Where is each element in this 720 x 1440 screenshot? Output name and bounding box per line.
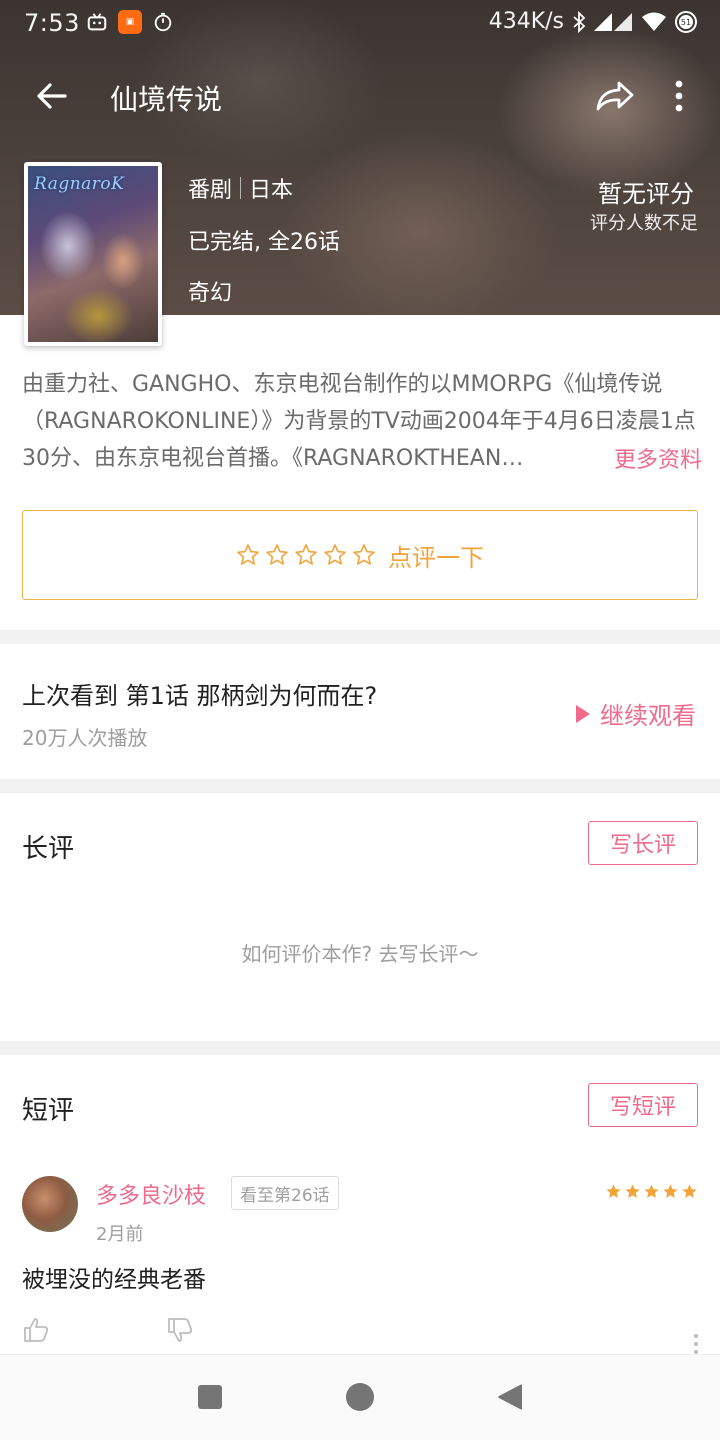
share-button[interactable]	[590, 72, 640, 120]
star-outline-icon[interactable]	[323, 543, 347, 567]
reviewer-name[interactable]: 多多良沙枝	[96, 1178, 206, 1210]
toolbar: 仙境传说	[0, 56, 720, 136]
star-outline-icon[interactable]	[236, 543, 260, 567]
section-divider	[0, 779, 720, 793]
rate-label: 点评一下	[388, 543, 484, 572]
more-vertical-icon	[675, 80, 683, 112]
review-more-icon[interactable]	[692, 1332, 700, 1356]
thumbs-down-icon	[168, 1318, 193, 1342]
bluetooth-icon	[573, 10, 586, 33]
star-outline-icon[interactable]	[265, 543, 289, 567]
triangle-back-icon	[498, 1384, 522, 1410]
long-review-title: 长评	[22, 834, 75, 864]
recents-button[interactable]	[194, 1381, 226, 1413]
section-divider	[0, 630, 720, 644]
home-button[interactable]	[344, 1381, 376, 1413]
long-review-empty-hint[interactable]: 如何评价本作? 去写长评～	[0, 938, 720, 967]
play-count: 20万人次播放	[22, 726, 148, 750]
last-watched-episode: 上次看到 第1话 那柄剑为何而在?	[22, 682, 378, 710]
rating-score: 暂无评分	[598, 180, 694, 208]
play-icon	[576, 704, 590, 723]
short-review-title: 短评	[22, 1096, 75, 1126]
like-button[interactable]	[22, 1316, 50, 1344]
star-filled-icon	[606, 1184, 621, 1198]
back-arrow-icon	[37, 83, 67, 109]
more-options-button[interactable]	[660, 72, 698, 120]
star-filled-icon	[682, 1184, 697, 1198]
rate-button[interactable]: 点评一下	[22, 510, 698, 600]
cover-logo: RagnaroK	[34, 174, 125, 194]
episode-status: 已完结, 全26话	[188, 230, 340, 255]
rating-stars[interactable]	[236, 543, 376, 567]
separator	[240, 177, 242, 199]
tv-app-icon	[87, 13, 107, 31]
circle-icon	[346, 1383, 374, 1411]
timer-icon	[154, 12, 172, 32]
continue-label: 继续观看	[600, 702, 696, 730]
continue-watching-button[interactable]: 继续观看	[574, 696, 696, 731]
watch-progress-badge: 看至第26话	[231, 1176, 339, 1210]
status-time: 7:53	[24, 9, 80, 37]
signal-icon	[594, 12, 632, 31]
network-speed: 434K/s	[488, 9, 564, 34]
system-nav-bar	[0, 1354, 720, 1440]
wifi-icon	[642, 12, 666, 31]
status-bar: 7:53 ▣ 434K/s 51	[0, 0, 720, 48]
dislike-button[interactable]	[166, 1316, 194, 1344]
square-icon	[198, 1385, 222, 1409]
app-notification-icon: ▣	[118, 10, 142, 34]
genre: 奇幻	[188, 281, 233, 306]
avatar[interactable]	[22, 1176, 78, 1232]
svg-text:51: 51	[681, 18, 691, 27]
page-title: 仙境传说	[110, 83, 223, 116]
cover-art: RagnaroK	[28, 166, 158, 342]
type-region: 番剧 日本	[188, 172, 293, 204]
anime-type: 番剧	[188, 178, 233, 203]
star-filled-icon	[663, 1184, 678, 1198]
star-outline-icon[interactable]	[294, 543, 318, 567]
battery-icon: 51	[675, 10, 697, 33]
star-filled-icon	[625, 1184, 640, 1198]
review-rating	[605, 1183, 698, 1200]
thumbs-up-icon	[24, 1318, 49, 1342]
section-divider	[0, 1041, 720, 1055]
anime-region: 日本	[249, 178, 294, 203]
rating-note: 评分人数不足	[590, 213, 698, 234]
review-text[interactable]: 被埋没的经典老番	[22, 1260, 206, 1294]
review-time: 2月前	[96, 1224, 144, 1245]
share-icon	[596, 81, 634, 111]
write-long-review-button[interactable]: 写长评	[588, 821, 698, 865]
more-info-link[interactable]: 更多资料	[593, 442, 702, 474]
back-button[interactable]	[28, 72, 76, 120]
cover-image[interactable]: RagnaroK	[24, 162, 162, 346]
write-short-review-button[interactable]: 写短评	[588, 1083, 698, 1127]
star-outline-icon[interactable]	[352, 543, 376, 567]
back-nav-button[interactable]	[494, 1381, 526, 1413]
star-filled-icon	[644, 1184, 659, 1198]
